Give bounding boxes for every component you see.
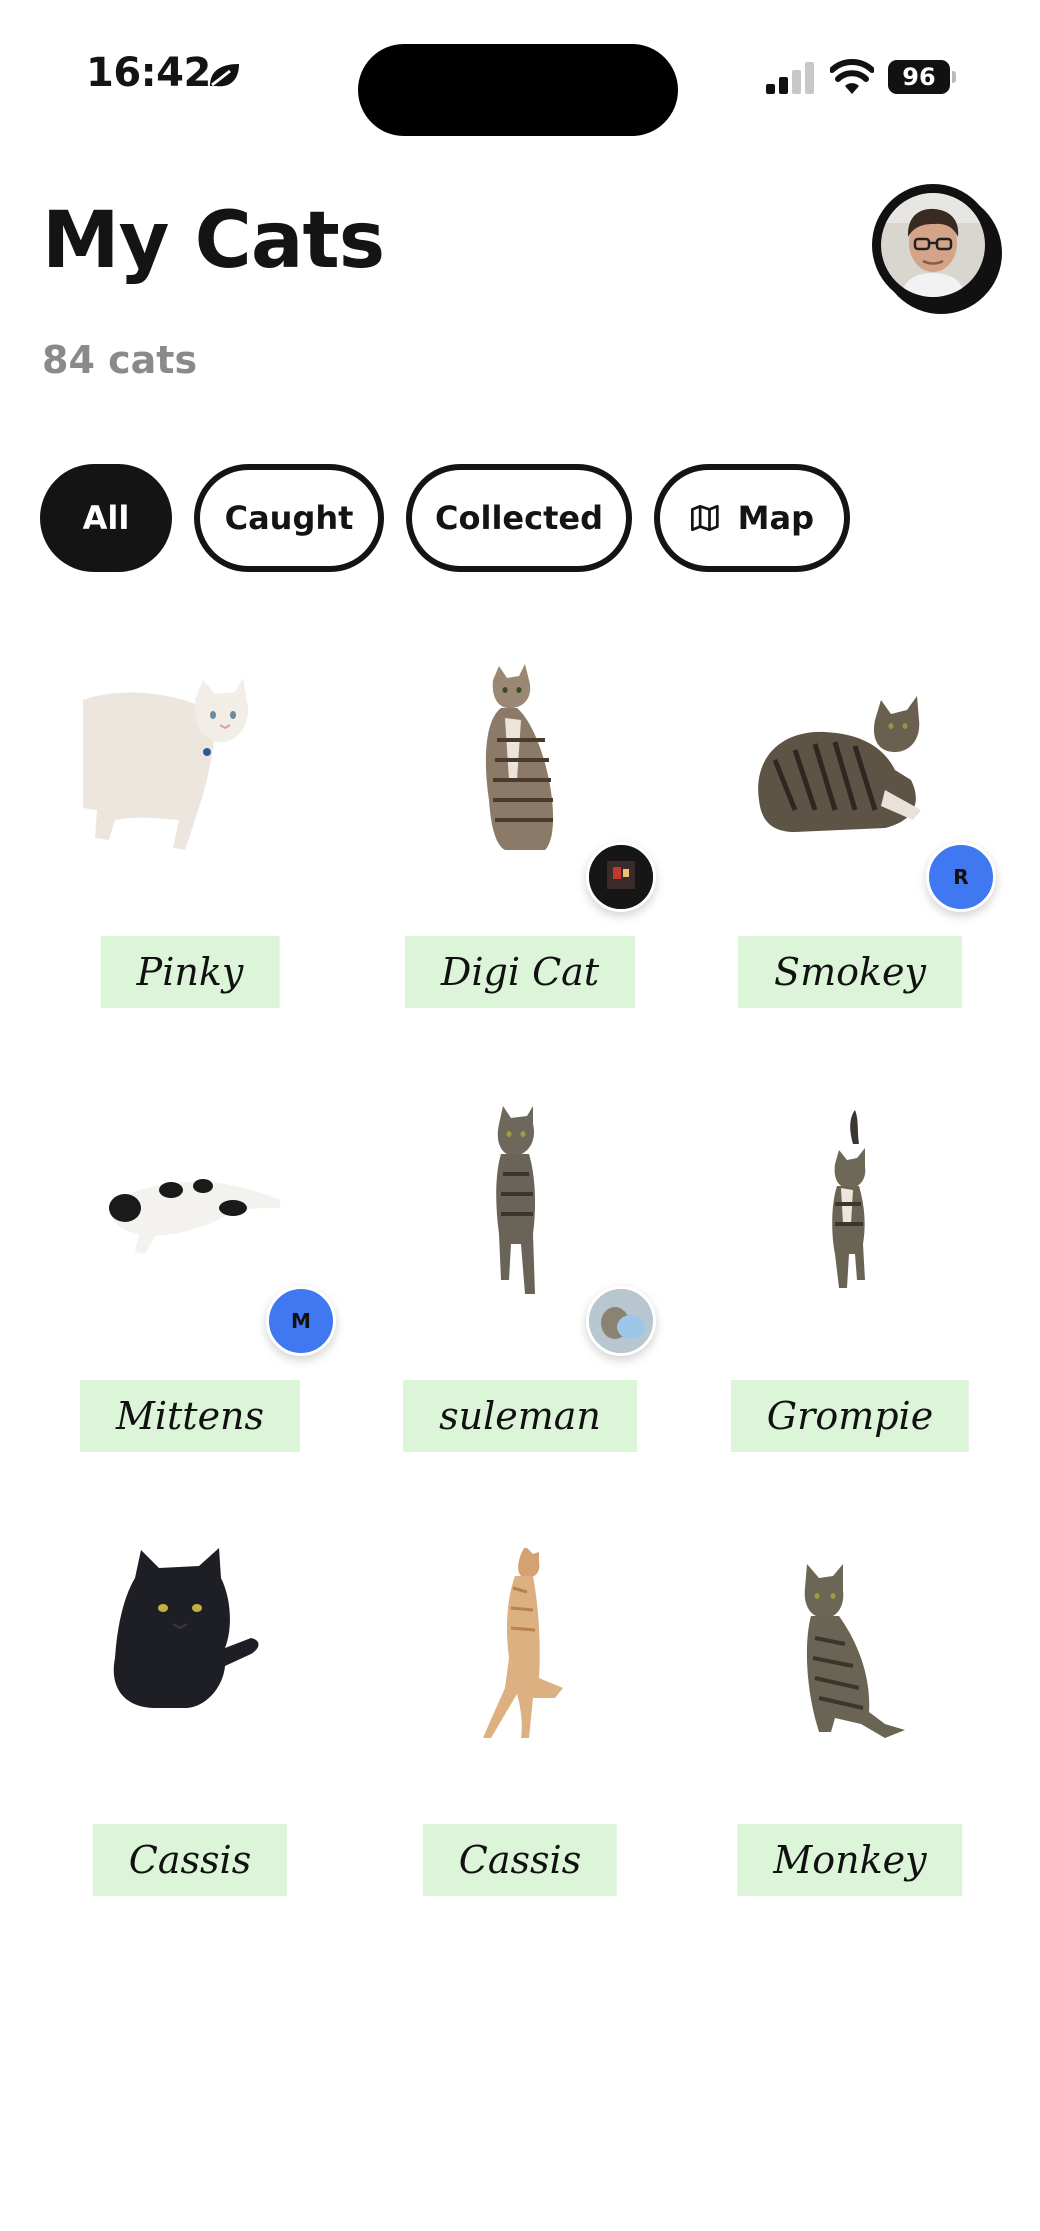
battery-tip (952, 71, 956, 83)
cat-image (735, 1104, 965, 1334)
cat-card-mittens[interactable]: M Mittens (20, 1084, 360, 1464)
cat-card-grompie[interactable]: Grompie (680, 1084, 1020, 1464)
cat-photo-cassis-orange (483, 1548, 563, 1738)
tab-map-label: Map (737, 499, 814, 537)
wifi-icon (830, 59, 874, 94)
cat-card-cassis-2[interactable]: Cassis (350, 1528, 690, 1908)
cat-image (405, 1548, 635, 1778)
tab-all-label: All (82, 499, 130, 537)
cat-photo-mittens (109, 1179, 281, 1254)
cat-photo-smokey (758, 696, 921, 832)
cat-image (75, 660, 305, 890)
owner-badge-photo[interactable] (586, 842, 656, 912)
owner-initial: M (291, 1309, 311, 1333)
tab-caught[interactable]: Caught (194, 464, 384, 572)
map-icon (690, 504, 719, 532)
owner-badge-photo[interactable] (586, 1286, 656, 1356)
battery-level: 96 (888, 60, 950, 94)
cat-photo-grompie (832, 1110, 866, 1288)
cat-photo-cassis (113, 1548, 259, 1708)
tab-collected-label: Collected (435, 499, 603, 537)
cat-name-tag: Mittens (79, 1380, 301, 1452)
cat-image (75, 1548, 305, 1778)
leaf-icon (210, 64, 239, 87)
dynamic-island (358, 44, 678, 136)
tab-caught-label: Caught (224, 499, 354, 537)
cat-card-pinky[interactable]: Pinky (20, 640, 360, 1020)
tab-collected[interactable]: Collected (406, 464, 632, 572)
profile-avatar-button[interactable] (872, 184, 1002, 314)
cat-photo-pinky (83, 678, 249, 850)
cat-card-smokey[interactable]: R Smokey (680, 640, 1020, 1020)
cat-name-tag: Smokey (738, 936, 962, 1008)
signal-icon (766, 62, 814, 94)
status-time: 16:42 (86, 50, 211, 96)
cat-name-tag: Grompie (730, 1380, 970, 1452)
cat-image (735, 660, 965, 890)
cat-name-tag: Cassis (92, 1824, 288, 1896)
status-bar: 16:42 96 (0, 0, 1040, 150)
cat-name-tag: Pinky (100, 936, 280, 1008)
tab-all[interactable]: All (40, 464, 172, 572)
owner-badge-initial[interactable]: R (926, 842, 996, 912)
cat-card-cassis-1[interactable]: Cassis (20, 1528, 360, 1908)
owner-initial: R (953, 865, 969, 889)
cat-card-monkey[interactable]: Monkey (680, 1528, 1020, 1908)
cat-name-tag: Cassis (422, 1824, 618, 1896)
battery-icon: 96 (888, 60, 956, 94)
cat-name-tag: Digi Cat (404, 936, 636, 1008)
cat-photo-monkey (804, 1564, 905, 1738)
avatar (872, 184, 994, 306)
cat-card-digi-cat[interactable]: Digi Cat (350, 640, 690, 1020)
filter-tabs: All Caught Collected Map (40, 464, 850, 572)
page-title: My Cats (42, 196, 385, 286)
cat-card-suleman[interactable]: suleman (350, 1084, 690, 1464)
user-avatar (881, 193, 985, 297)
cat-name-tag: suleman (403, 1380, 637, 1452)
cat-image (75, 1104, 305, 1334)
owner-badge-initial[interactable]: M (266, 1286, 336, 1356)
cat-name-tag: Monkey (737, 1824, 963, 1896)
owner-photo (589, 845, 653, 909)
cat-image (735, 1548, 965, 1778)
owner-photo (589, 1289, 653, 1353)
tab-map[interactable]: Map (654, 464, 850, 572)
cat-count: 84 cats (42, 338, 198, 382)
